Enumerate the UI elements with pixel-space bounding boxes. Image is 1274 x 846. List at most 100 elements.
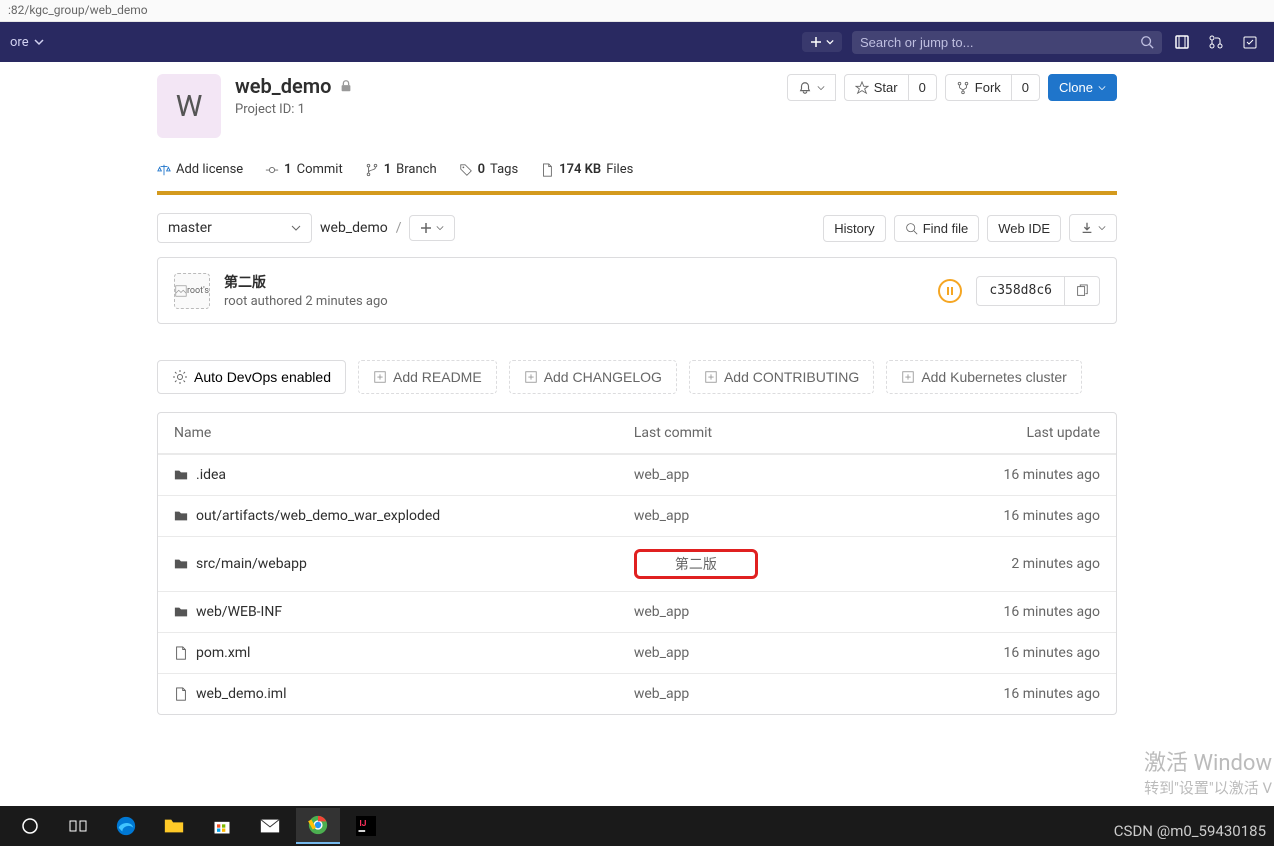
chrome-taskbar[interactable] [296,808,340,844]
star-count[interactable]: 0 [909,74,937,101]
task-view-button[interactable] [56,808,100,844]
file-commit-cell[interactable]: web_app [618,632,891,673]
file-name-cell[interactable]: web/WEB-INF [158,591,618,632]
scale-icon [157,163,171,177]
auto-devops-button[interactable]: Auto DevOps enabled [157,360,346,394]
table-row[interactable]: src/main/webapp第二版2 minutes ago [158,536,1116,591]
svg-text:IJ: IJ [359,819,366,829]
start-button[interactable] [8,808,52,844]
add-file-dropdown[interactable] [409,215,455,241]
issues-icon-button[interactable] [1168,28,1196,56]
col-name: Name [158,413,618,454]
project-stats: Add license 1Commit 1Branch 0Tags 174 KB… [157,156,1117,195]
breadcrumb-item[interactable]: web_demo [320,220,388,236]
folder-icon [174,509,188,523]
project-id: Project ID: 1 [235,102,353,117]
mail-taskbar[interactable] [248,808,292,844]
file-name-cell[interactable]: out/artifacts/web_demo_war_exploded [158,495,618,536]
file-update-cell: 16 minutes ago [891,591,1116,632]
commits-stat[interactable]: 1Commit [265,162,343,177]
branch-selector[interactable]: master [157,213,312,243]
file-icon [540,163,554,177]
pipeline-status-pending[interactable] [938,279,962,303]
edge-icon [115,815,137,837]
search-icon [905,222,918,235]
nav-more[interactable]: ore [10,35,44,50]
breadcrumb: web_demo / [320,220,401,236]
find-file-label: Find file [923,221,969,236]
file-name-cell[interactable]: .idea [158,454,618,495]
folder-icon [163,815,185,837]
add-kubernetes-button[interactable]: Add Kubernetes cluster [886,360,1082,394]
plus-square-icon [524,370,538,384]
find-file-button[interactable]: Find file [894,215,980,242]
breadcrumb-separator: / [396,220,402,236]
add-readme-button[interactable]: Add README [358,360,497,394]
merge-icon [1208,34,1224,50]
merge-requests-icon-button[interactable] [1202,28,1230,56]
table-row[interactable]: web/WEB-INFweb_app16 minutes ago [158,591,1116,632]
col-commit: Last commit [618,413,891,454]
copy-sha-button[interactable] [1064,277,1099,305]
search-input[interactable] [860,35,1140,50]
tags-stat[interactable]: 0Tags [459,162,519,177]
chevron-down-icon [817,84,825,92]
edge-taskbar[interactable] [104,808,148,844]
table-row[interactable]: web_demo.imlweb_app16 minutes ago [158,673,1116,714]
branches-stat[interactable]: 1Branch [365,162,437,177]
fork-count[interactable]: 0 [1012,74,1040,101]
mail-icon [259,815,281,837]
size-stat[interactable]: 174 KBFiles [540,162,633,177]
table-row[interactable]: .ideaweb_app16 minutes ago [158,454,1116,495]
explorer-taskbar[interactable] [152,808,196,844]
table-row[interactable]: pom.xmlweb_app16 minutes ago [158,632,1116,673]
file-update-cell: 16 minutes ago [891,632,1116,673]
history-button[interactable]: History [823,215,885,242]
commit-message[interactable]: 第二版 [224,272,924,292]
file-commit-cell[interactable]: web_app [618,673,891,714]
csdn-watermark: CSDN @m0_59430185 [1114,822,1266,840]
bell-icon [798,81,812,95]
commit-sha[interactable]: c358d8c6 [977,277,1064,305]
search-box[interactable] [852,31,1162,54]
plus-square-icon [704,370,718,384]
store-taskbar[interactable] [200,808,244,844]
add-changelog-button[interactable]: Add CHANGELOG [509,360,677,394]
file-name-cell[interactable]: src/main/webapp [158,536,618,591]
file-commit-cell[interactable]: 第二版 [618,536,891,591]
add-license-link[interactable]: Add license [157,162,243,177]
project-header: W web_demo Project ID: 1 Star 0 [157,74,1117,156]
clone-button[interactable]: Clone [1048,74,1117,101]
commit-icon [265,163,279,177]
broken-image-icon [175,284,187,298]
folder-icon [174,468,188,482]
fork-button[interactable]: Fork [945,74,1012,101]
plus-square-icon [901,370,915,384]
fork-icon [956,81,970,95]
tag-icon [459,163,473,177]
file-name-cell[interactable]: pom.xml [158,632,618,673]
download-dropdown[interactable] [1069,214,1117,242]
file-commit-cell[interactable]: web_app [618,495,891,536]
file-commit-cell[interactable]: web_app [618,591,891,632]
star-button[interactable]: Star [844,74,909,101]
store-icon [212,816,232,836]
issues-icon [1174,34,1190,50]
add-contributing-button[interactable]: Add CONTRIBUTING [689,360,874,394]
todo-icon [1242,34,1258,50]
plus-icon [810,36,822,48]
intellij-icon: IJ [356,816,376,836]
notification-button[interactable] [787,74,836,101]
todos-icon-button[interactable] [1236,28,1264,56]
file-name-cell[interactable]: web_demo.iml [158,673,618,714]
commit-sha-box: c358d8c6 [976,276,1100,306]
circle-icon [21,817,39,835]
search-icon [1140,35,1154,49]
intellij-taskbar[interactable]: IJ [344,808,388,844]
lock-icon [339,79,353,93]
new-dropdown[interactable] [802,32,842,52]
web-ide-button[interactable]: Web IDE [987,215,1061,242]
table-row[interactable]: out/artifacts/web_demo_war_explodedweb_a… [158,495,1116,536]
pause-icon [945,286,955,296]
file-commit-cell[interactable]: web_app [618,454,891,495]
